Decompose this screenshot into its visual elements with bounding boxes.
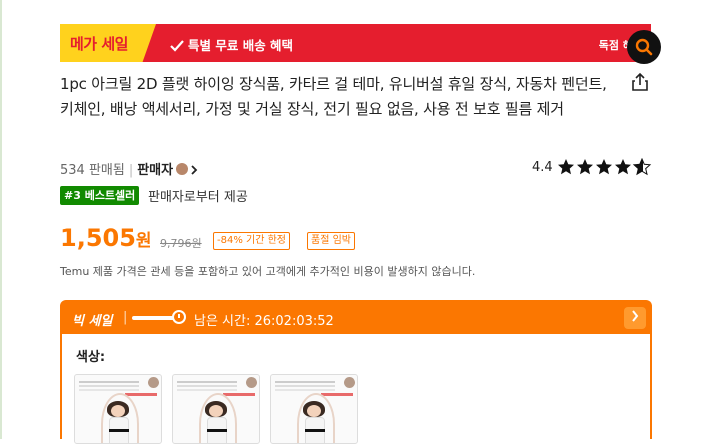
free-shipping-label: 특별 무료 배송 혜택	[188, 38, 294, 53]
sold-count: 534 판매됨	[60, 163, 125, 178]
search-icon	[635, 38, 653, 56]
product-title: 1pc 아크릴 2D 플랫 하이잉 장식품, 카타르 걸 테마, 유니버설 휴일…	[60, 75, 607, 118]
star-icon	[595, 159, 612, 175]
deal-header[interactable]: 빅 세일 | 남은 시간: 26:02:03:52	[62, 302, 650, 334]
color-label: 색상:	[76, 350, 106, 365]
countdown-timer: 남은 시간: 26:02:03:52	[194, 314, 334, 329]
bestseller-badge[interactable]: #3 베스트셀러	[60, 186, 140, 205]
mega-sale-banner[interactable]: 메가 세일 특별 무료 배송 혜택 독점 혜	[60, 24, 651, 62]
mega-sale-label: 메가 세일	[70, 35, 128, 53]
lightning-deal-panel: 빅 세일 | 남은 시간: 26:02:03:52 색상:	[60, 300, 652, 444]
seller-avatar	[176, 163, 189, 175]
discount-badge: -84% 기간 한정	[213, 232, 290, 250]
color-option-2[interactable]	[172, 374, 260, 444]
star-half-icon	[633, 158, 651, 175]
rating-summary[interactable]: 4.4	[532, 158, 653, 176]
sold-separator: |	[128, 163, 134, 178]
color-option-3[interactable]	[270, 374, 358, 444]
original-price: 9,796원	[160, 237, 202, 250]
search-button[interactable]	[627, 30, 661, 64]
deal-title: 빅 세일	[72, 314, 113, 329]
sales-info: 534 판매됨 | 판매자	[60, 159, 198, 178]
check-icon	[170, 40, 184, 52]
share-icon	[632, 72, 648, 91]
free-shipping-notice: 특별 무료 배송 혜택	[170, 35, 293, 54]
price-notice: Temu 제품 가격은 관세 등을 포함하고 있어 고객에게 추가적인 비용이 …	[60, 265, 476, 278]
chevron-right-icon	[191, 165, 198, 175]
price-value: 1,505	[60, 224, 136, 252]
mega-sale-tag: 메가 세일	[60, 24, 156, 62]
left-divider	[0, 0, 2, 439]
star-icon	[557, 159, 574, 175]
seller-label: 판매자	[137, 163, 174, 178]
sale-price: 1,505원	[60, 224, 152, 252]
deal-expand-button[interactable]	[624, 307, 646, 329]
color-option-1[interactable]	[74, 374, 162, 444]
deal-separator: |	[123, 310, 128, 325]
chevron-right-icon	[632, 310, 639, 322]
seller-link[interactable]: 판매자	[137, 163, 198, 178]
clock-icon	[172, 310, 186, 324]
star-icon	[576, 159, 593, 175]
star-rating	[557, 158, 651, 175]
price-currency: 원	[135, 231, 152, 251]
star-icon	[614, 159, 631, 175]
provided-by-label: 판매자로부터 제공	[148, 190, 248, 205]
rating-value: 4.4	[532, 159, 553, 175]
share-button[interactable]	[630, 72, 650, 92]
low-stock-badge: 품절 임박	[307, 232, 355, 250]
